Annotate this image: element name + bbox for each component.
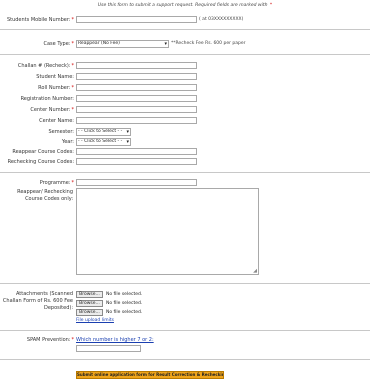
center-number-label: Center Number:*: [30, 107, 74, 113]
reappear-codes-input[interactable]: [76, 148, 197, 155]
divider: [0, 359, 370, 360]
file-status-1: No file selected.: [106, 292, 143, 297]
recheck-codes-label: Rechecking Course Codes:: [7, 159, 74, 165]
registration-label: Registration Number:: [20, 96, 74, 102]
year-label: Year:: [61, 139, 74, 145]
student-name-label: Student Name:: [36, 74, 74, 80]
semester-label: Semester:: [48, 129, 75, 135]
center-number-input[interactable]: [76, 106, 197, 113]
subjects-textarea[interactable]: ◢: [76, 188, 259, 275]
programme-input[interactable]: [76, 179, 197, 186]
required-marker: *: [269, 3, 273, 8]
challan-input[interactable]: [76, 62, 197, 69]
recheck-fee-note: **Recheck Fee Rs. 600 per paper: [171, 41, 246, 46]
semester-select[interactable]: - - Click to Select - - ▾: [76, 128, 131, 136]
divider: [0, 29, 370, 30]
center-name-label: Center Name:: [39, 118, 74, 124]
divider: [0, 54, 370, 55]
center-name-input[interactable]: [76, 117, 197, 124]
subjects-label: Reappear/ Rechecking Course Codes only:: [17, 189, 73, 202]
form-instructions: Use this form to submit a support reques…: [0, 3, 370, 9]
browse-button-1[interactable]: Browse...: [76, 291, 103, 298]
divider: [0, 330, 370, 331]
file-upload-limits-link[interactable]: File upload limits: [76, 318, 114, 324]
submit-button[interactable]: Submit online application form for Resul…: [76, 371, 224, 379]
browse-button-2[interactable]: Browse...: [76, 300, 103, 307]
spam-question: Which number is higher 7 or 2:: [76, 337, 154, 343]
chevron-down-icon: ▾: [126, 129, 129, 135]
spam-label: SPAM Prevention:*: [26, 337, 74, 343]
instructions-text: Use this form to submit a support reques…: [97, 3, 268, 8]
mobile-label: Students Mobile Number:*: [6, 17, 74, 23]
divider: [0, 283, 370, 284]
chevron-down-icon: ▾: [126, 139, 129, 145]
roll-number-input[interactable]: [76, 84, 197, 91]
case-type-select[interactable]: Reappear (No Fee) ▾: [76, 40, 169, 48]
case-type-label: Case Type:*: [43, 41, 75, 47]
attachments-label: Attachments (Scanned Challan Form of Rs.…: [2, 291, 73, 311]
spam-answer-input[interactable]: [76, 345, 141, 352]
roll-number-label: Roll Number:*: [38, 85, 74, 91]
resize-handle-icon[interactable]: ◢: [253, 269, 257, 274]
year-select[interactable]: - - Click to Select - - ▾: [76, 138, 131, 146]
file-status-2: No file selected.: [106, 301, 143, 306]
student-name-input[interactable]: [76, 73, 197, 80]
divider: [0, 172, 370, 173]
reappear-codes-label: Reappear Course Codes:: [12, 149, 74, 155]
mobile-hint: ( at 03XXXXXXXXX): [199, 17, 244, 22]
recheck-codes-input[interactable]: [76, 158, 197, 165]
mobile-input[interactable]: [76, 16, 197, 23]
chevron-down-icon: ▾: [164, 41, 167, 47]
challan-label: Challan # (Recheck):*: [17, 63, 74, 69]
browse-button-3[interactable]: Browse...: [76, 309, 103, 316]
programme-label: Programme:*: [39, 180, 74, 186]
registration-input[interactable]: [76, 95, 197, 102]
file-status-3: No file selected.: [106, 310, 143, 315]
